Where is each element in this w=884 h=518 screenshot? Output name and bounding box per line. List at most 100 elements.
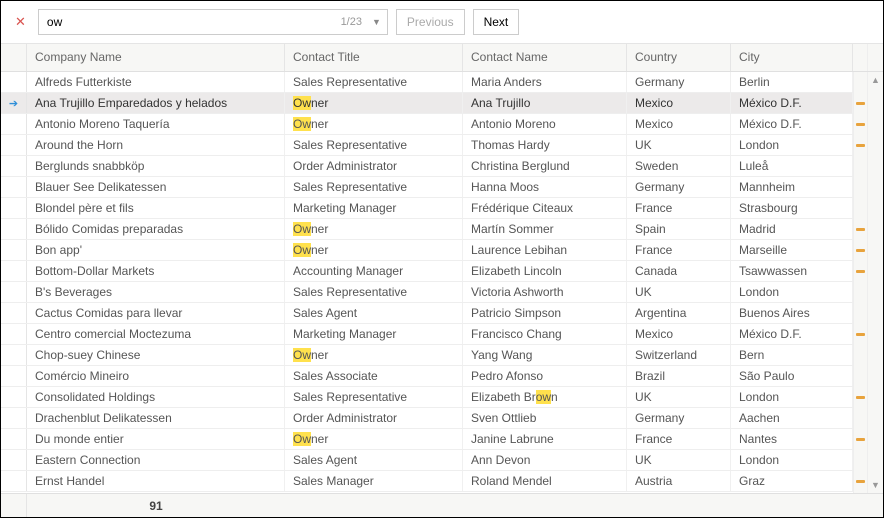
cell-contact: Laurence Lebihan [463, 240, 627, 260]
cell-company: Ernst Handel [27, 471, 285, 491]
cell-title: Order Administrator [285, 156, 463, 176]
col-header-country[interactable]: Country [627, 44, 731, 71]
cell-contact: Elizabeth Lincoln [463, 261, 627, 281]
row-indicator [1, 177, 27, 197]
cell-company: Blauer See Delikatessen [27, 177, 285, 197]
prev-button[interactable]: Previous [396, 9, 465, 35]
cell-city: México D.F. [731, 93, 853, 113]
table-row[interactable]: Bólido Comidas preparadasOwnerMartín Som… [1, 219, 853, 240]
footer-indicator [1, 494, 27, 517]
cell-company: Alfreds Futterkiste [27, 72, 285, 92]
scroll-down-icon[interactable]: ▼ [868, 477, 883, 493]
table-row[interactable]: Cactus Comidas para llevarSales AgentPat… [1, 303, 853, 324]
cell-country: Spain [627, 219, 731, 239]
cell-title: Owner [285, 429, 463, 449]
match-mark [856, 396, 865, 399]
row-indicator [1, 345, 27, 365]
cell-country: Brazil [627, 366, 731, 386]
search-count: 1/23 [341, 16, 366, 28]
table-row[interactable]: Comércio MineiroSales AssociatePedro Afo… [1, 366, 853, 387]
table-row[interactable]: Chop-suey ChineseOwnerYang WangSwitzerla… [1, 345, 853, 366]
col-header-title[interactable]: Contact Title [285, 44, 463, 71]
cell-contact: Pedro Afonso [463, 366, 627, 386]
close-icon[interactable]: ✕ [11, 14, 30, 30]
row-indicator [1, 429, 27, 449]
table-row[interactable]: Antonio Moreno TaqueríaOwnerAntonio More… [1, 114, 853, 135]
row-indicator [1, 450, 27, 470]
cell-title: Sales Representative [285, 135, 463, 155]
cell-contact: Thomas Hardy [463, 135, 627, 155]
cell-city: London [731, 282, 853, 302]
table-row[interactable]: Blauer See DelikatessenSales Representat… [1, 177, 853, 198]
table-row[interactable]: Drachenblut DelikatessenOrder Administra… [1, 408, 853, 429]
chevron-down-icon[interactable]: ▼ [366, 17, 387, 27]
row-indicator-header [1, 44, 27, 71]
cell-city: Mannheim [731, 177, 853, 197]
table-row[interactable]: Centro comercial MoctezumaMarketing Mana… [1, 324, 853, 345]
search-bar: ✕ 1/23 ▼ Previous Next [1, 1, 883, 43]
cell-city: London [731, 135, 853, 155]
cell-city: Graz [731, 471, 853, 491]
table-row[interactable]: Berglunds snabbköpOrder AdministratorChr… [1, 156, 853, 177]
table-row[interactable]: Alfreds FutterkisteSales RepresentativeM… [1, 72, 853, 93]
match-mark [856, 438, 865, 441]
vertical-scrollbar[interactable]: ▲ ▼ [867, 72, 883, 493]
cell-title: Sales Agent [285, 303, 463, 323]
cell-company: Berglunds snabbköp [27, 156, 285, 176]
cell-city: Bern [731, 345, 853, 365]
table-row[interactable]: Ernst HandelSales ManagerRoland MendelAu… [1, 471, 853, 492]
cell-country: Austria [627, 471, 731, 491]
row-indicator [1, 261, 27, 281]
cell-country: Canada [627, 261, 731, 281]
cell-city: México D.F. [731, 114, 853, 134]
cell-country: Switzerland [627, 345, 731, 365]
cell-country: Germany [627, 177, 731, 197]
cell-country: Mexico [627, 114, 731, 134]
table-row[interactable]: Du monde entierOwnerJanine LabruneFrance… [1, 429, 853, 450]
cell-city: São Paulo [731, 366, 853, 386]
col-header-city[interactable]: City [731, 44, 853, 71]
table-row[interactable]: ➔Ana Trujillo Emparedados y heladosOwner… [1, 93, 853, 114]
match-mark [856, 480, 865, 483]
cell-country: Sweden [627, 156, 731, 176]
cell-contact: Ana Trujillo [463, 93, 627, 113]
cell-title: Owner [285, 345, 463, 365]
next-button[interactable]: Next [473, 9, 520, 35]
scroll-up-icon[interactable]: ▲ [868, 72, 883, 88]
match-mark [856, 102, 865, 105]
cell-contact: Elizabeth Brown [463, 387, 627, 407]
cell-country: France [627, 198, 731, 218]
row-indicator [1, 219, 27, 239]
col-header-company[interactable]: Company Name [27, 44, 285, 71]
search-input[interactable] [39, 11, 341, 33]
match-mark [856, 228, 865, 231]
cell-company: Blondel père et fils [27, 198, 285, 218]
table-row[interactable]: Consolidated HoldingsSales Representativ… [1, 387, 853, 408]
cell-country: France [627, 429, 731, 449]
cell-country: France [627, 240, 731, 260]
row-indicator [1, 240, 27, 260]
cell-country: Argentina [627, 303, 731, 323]
match-mark [856, 249, 865, 252]
col-header-contact[interactable]: Contact Name [463, 44, 627, 71]
cell-country: Mexico [627, 324, 731, 344]
row-indicator [1, 408, 27, 428]
cell-company: Drachenblut Delikatessen [27, 408, 285, 428]
cell-city: Strasbourg [731, 198, 853, 218]
cell-title: Marketing Manager [285, 198, 463, 218]
cell-country: Germany [627, 408, 731, 428]
cell-city: London [731, 450, 853, 470]
table-row[interactable]: Bottom-Dollar MarketsAccounting ManagerE… [1, 261, 853, 282]
table-row[interactable]: Bon app'OwnerLaurence LebihanFranceMarse… [1, 240, 853, 261]
table-row[interactable]: Eastern ConnectionSales AgentAnn DevonUK… [1, 450, 853, 471]
table-row[interactable]: Blondel père et filsMarketing ManagerFré… [1, 198, 853, 219]
table-row[interactable]: B's BeveragesSales RepresentativeVictori… [1, 282, 853, 303]
row-indicator [1, 156, 27, 176]
cell-city: México D.F. [731, 324, 853, 344]
cell-title: Sales Representative [285, 177, 463, 197]
cell-title: Owner [285, 219, 463, 239]
cell-contact: Francisco Chang [463, 324, 627, 344]
table-row[interactable]: Around the HornSales RepresentativeThoma… [1, 135, 853, 156]
cell-contact: Frédérique Citeaux [463, 198, 627, 218]
cell-title: Sales Representative [285, 282, 463, 302]
